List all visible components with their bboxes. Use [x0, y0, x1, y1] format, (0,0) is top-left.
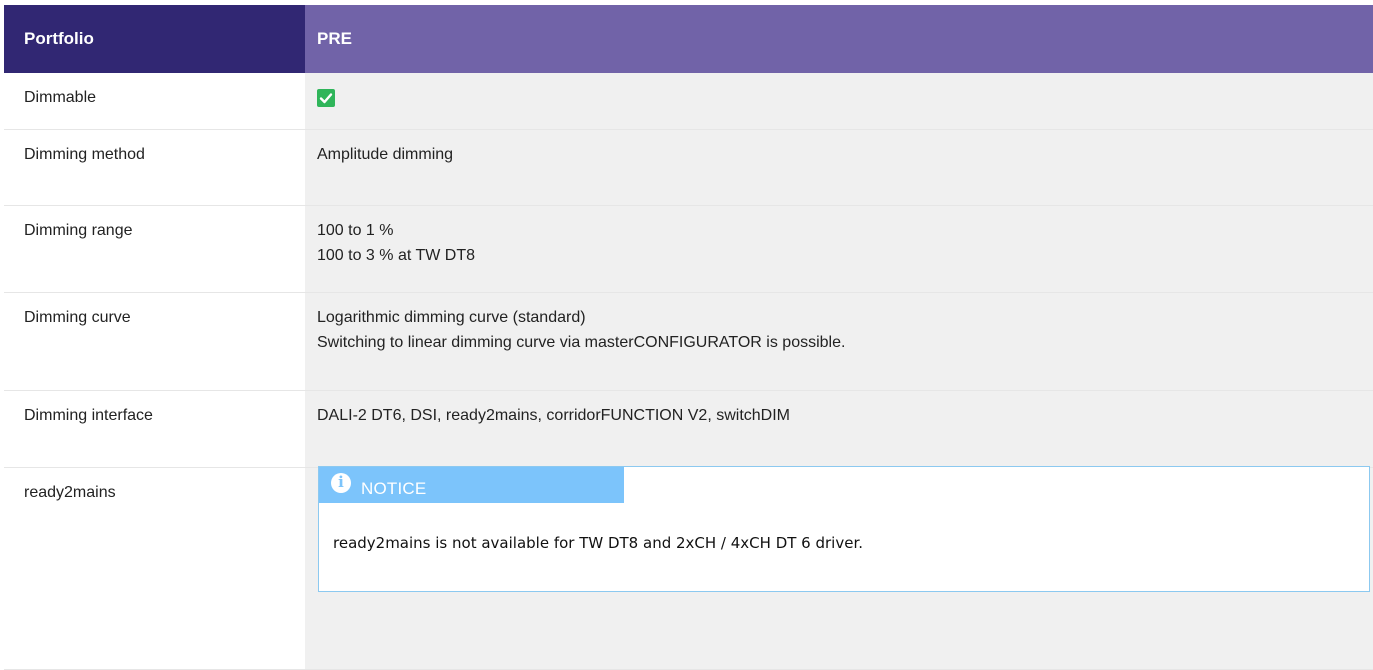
notice-title: NOTICE	[361, 479, 427, 498]
notice-box: i NOTICE ready2mains is not available fo…	[318, 465, 1370, 592]
row-label: Dimming method	[4, 129, 305, 206]
table-row-dimming-method: Dimming method Amplitude dimming	[4, 129, 1373, 206]
table-row-dimming-curve: Dimming curve Logarithmic dimming curve …	[4, 292, 1373, 391]
row-value-line: Switching to linear dimming curve via ma…	[317, 333, 846, 351]
row-value-line: Logarithmic dimming curve (standard)	[317, 308, 586, 326]
row-label: Dimming curve	[4, 292, 305, 391]
row-label: Dimming interface	[4, 390, 305, 468]
row-label: Dimmable	[4, 73, 305, 130]
row-value: Amplitude dimming	[305, 129, 1373, 206]
header-pre: PRE	[305, 5, 1373, 73]
row-value-line: Amplitude dimming	[317, 145, 454, 163]
row-value: DALI-2 DT6, DSI, ready2mains, corridorFU…	[305, 390, 1373, 468]
table-row-dimming-interface: Dimming interface DALI-2 DT6, DSI, ready…	[4, 390, 1373, 468]
row-value-line: 100 to 3 % at TW DT8	[317, 246, 475, 264]
table-row-dimmable: Dimmable	[4, 73, 1373, 130]
table-header-row: Portfolio PRE	[4, 5, 1373, 73]
table-row-ready2mains: ready2mains i NOTICE ready2mains is not …	[4, 465, 1373, 670]
row-value-line: DALI-2 DT6, DSI, ready2mains, corridorFU…	[317, 406, 790, 424]
info-icon: i	[331, 472, 351, 493]
notice-header: i NOTICE	[319, 466, 624, 503]
row-value: i NOTICE ready2mains is not available fo…	[305, 465, 1373, 670]
table-row-dimming-range: Dimming range 100 to 1 % 100 to 3 % at T…	[4, 205, 1373, 293]
row-value-line: 100 to 1 %	[317, 221, 394, 239]
row-value: 100 to 1 % 100 to 3 % at TW DT8	[305, 205, 1373, 293]
checkmark-icon	[317, 89, 335, 107]
notice-text: ready2mains is not available for TW DT8 …	[333, 533, 864, 552]
row-label: Dimming range	[4, 205, 305, 293]
spec-table: Portfolio PRE Dimmable Dimming method Am…	[4, 5, 1373, 670]
row-label: ready2mains	[4, 467, 305, 670]
row-value	[305, 73, 1373, 130]
row-value: Logarithmic dimming curve (standard) Swi…	[305, 292, 1373, 391]
header-portfolio: Portfolio	[4, 5, 305, 73]
